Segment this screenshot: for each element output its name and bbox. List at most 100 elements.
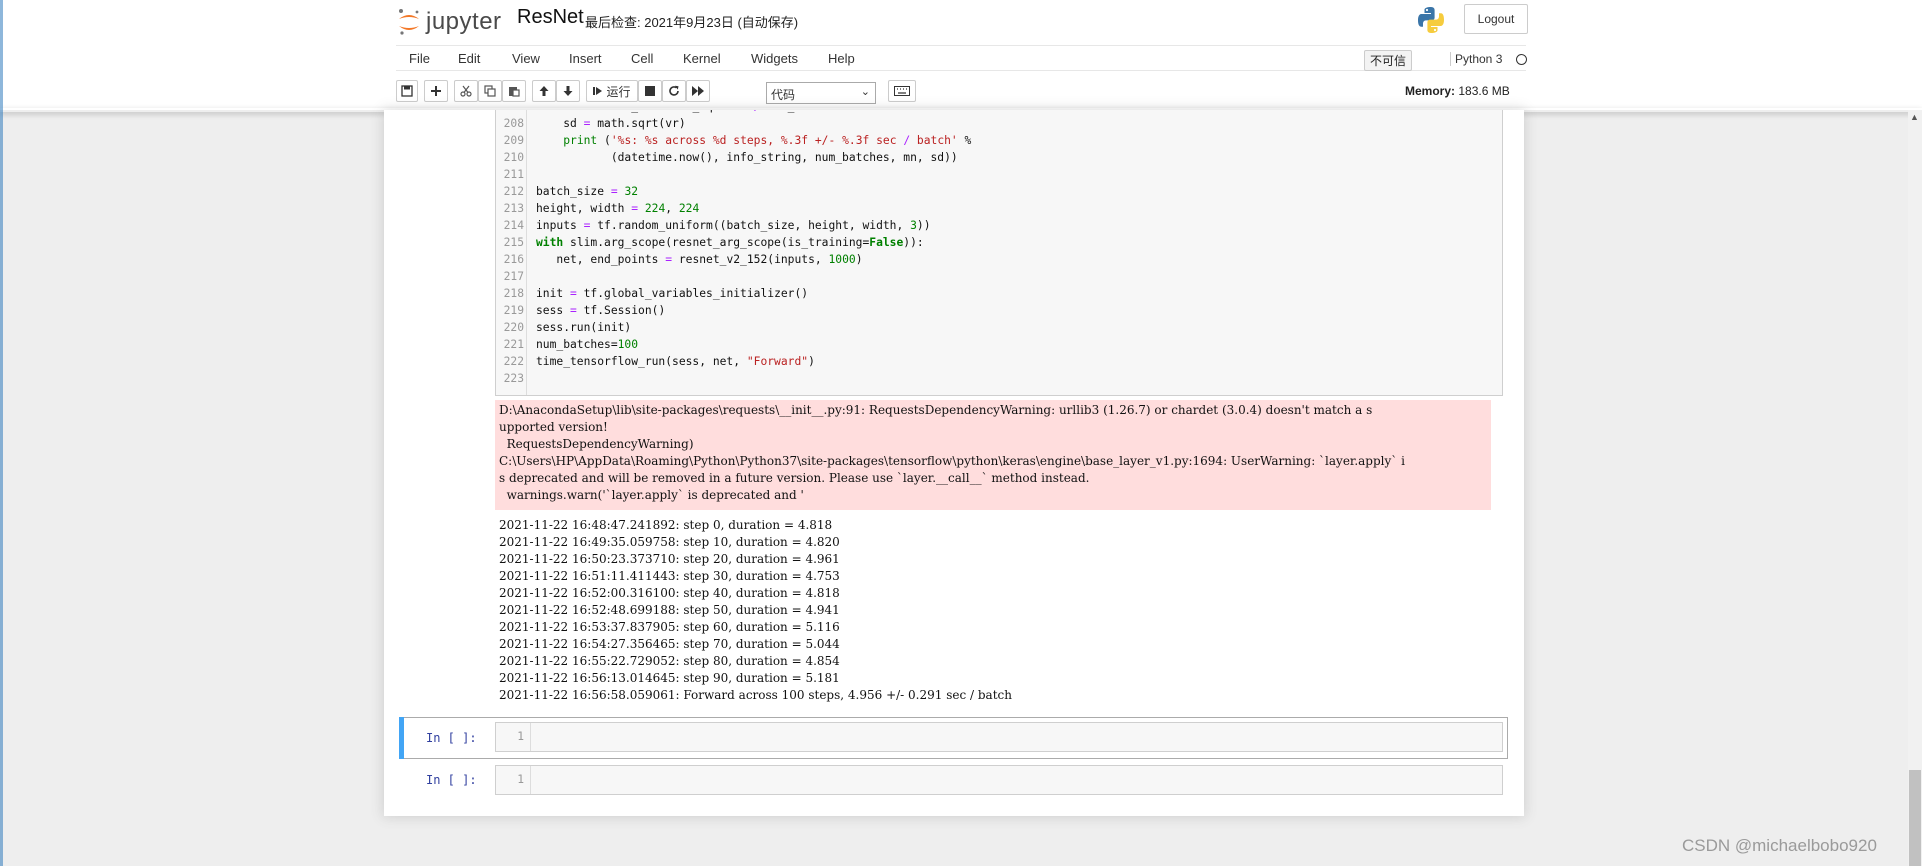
keyboard-icon (894, 86, 910, 96)
menu-help[interactable]: Help (828, 51, 855, 66)
cell-type-select[interactable]: 代码 ⌄ (766, 82, 876, 104)
stderr-line: upported version! (499, 420, 608, 434)
code-line: sess = tf.Session() (536, 304, 666, 317)
input-prompt: In [ ]: (426, 731, 477, 745)
code-line: sd = math.sqrt(vr) (536, 117, 686, 130)
jupyter-wordmark: jupyter (426, 8, 502, 35)
line-number: 216 (503, 253, 524, 266)
stdout-line: 2021-11-22 16:56:58.059061: Forward acro… (499, 688, 1012, 702)
line-number: 212 (503, 185, 524, 198)
paste-button[interactable] (502, 80, 526, 102)
stderr-line: warnings.warn('`layer.apply` is deprecat… (499, 488, 804, 502)
trusted-indicator[interactable]: 不可信 (1364, 50, 1413, 71)
menu-widgets[interactable]: Widgets (751, 51, 798, 66)
line-number: 213 (503, 202, 524, 215)
line-number: 211 (503, 168, 524, 181)
code-line: inputs = tf.random_uniform((batch_size, … (536, 219, 931, 232)
command-palette-button[interactable] (888, 80, 916, 102)
window-left-edge (0, 0, 3, 866)
line-number: 218 (503, 287, 524, 300)
stderr-line: C:\Users\HP\AppData\Roaming\Python\Pytho… (499, 454, 1405, 468)
paste-icon (509, 87, 520, 97)
page-scrollbar[interactable] (1908, 110, 1922, 866)
copy-button[interactable] (478, 80, 502, 102)
kernel-idle-icon (1516, 54, 1527, 65)
code-line: with slim.arg_scope(resnet_arg_scope(is_… (536, 236, 924, 249)
code-line: init = tf.global_variables_initializer() (536, 287, 809, 300)
memory-value: 183.6 MB (1458, 84, 1510, 98)
jupyter-logo[interactable]: jupyter (396, 4, 502, 40)
restart-run-all-button[interactable] (686, 80, 710, 102)
menu-view[interactable]: View (512, 51, 540, 66)
stdout-line: 2021-11-22 16:52:48.699188: step 50, dur… (499, 603, 840, 617)
menu-edit[interactable]: Edit (458, 51, 480, 66)
scroll-up-arrow-icon[interactable]: ▲ (1910, 112, 1919, 122)
line-number: 221 (503, 338, 524, 351)
scissors-icon (460, 85, 472, 97)
stdout-line: 2021-11-22 16:55:22.729052: step 80, dur… (499, 654, 840, 668)
code-cell-editor[interactable]: 207 vr = total_duration_squared / num_ba… (495, 110, 1503, 396)
run-label: 运行 (606, 84, 631, 99)
cut-button[interactable] (454, 80, 478, 102)
menu-cell[interactable]: Cell (631, 51, 653, 66)
arrow-up-icon (539, 86, 549, 96)
watermark: CSDN @michaelbobo920 (1682, 836, 1877, 855)
stdout-line: 2021-11-22 16:49:35.059758: step 10, dur… (499, 535, 840, 549)
interrupt-button[interactable] (638, 80, 662, 102)
line-number: 207 (496, 110, 524, 113)
stdout-line: 2021-11-22 16:52:00.316100: step 40, dur… (499, 586, 840, 600)
copy-icon (484, 85, 496, 97)
line-number: 223 (503, 372, 524, 385)
code-line: vr = total_duration_squared / num_batche… (536, 110, 910, 117)
stdout-output: 2021-11-22 16:48:47.241892: step 0, dura… (499, 517, 1495, 704)
line-number: 219 (503, 304, 524, 317)
python-logo-icon (1418, 7, 1444, 33)
kernel-name: Python 3 (1450, 52, 1502, 66)
code-line: height, width = 224, 224 (536, 202, 700, 215)
code-line: num_batches=100 (536, 338, 639, 351)
menubar: File Edit View Insert Cell Kernel Widget… (396, 45, 1526, 71)
code-line: net, end_points = resnet_v2_152(inputs, … (536, 253, 863, 266)
stderr-line: RequestsDependencyWarning) (499, 437, 694, 451)
stdout-line: 2021-11-22 16:53:37.837905: step 60, dur… (499, 620, 840, 634)
menu-insert[interactable]: Insert (569, 51, 602, 66)
save-button[interactable] (396, 80, 418, 102)
input-prompt: In [ ]: (426, 773, 477, 787)
code-line: time_tensorflow_run(sess, net, "Forward"… (536, 355, 815, 368)
stdout-line: 2021-11-22 16:51:11.411443: step 30, dur… (499, 569, 840, 583)
arrow-down-icon (563, 86, 573, 96)
cell-input[interactable]: 1 (495, 722, 1503, 752)
code-line: sess.run(init) (536, 321, 632, 334)
code-line: print ('%s: %s across %d steps, %.3f +/-… (563, 134, 972, 147)
stop-icon (645, 86, 655, 96)
fast-forward-icon (692, 86, 704, 96)
jupyter-logo-icon (399, 9, 419, 35)
line-number: 208 (503, 117, 524, 130)
line-number: 220 (503, 321, 524, 334)
plus-icon (431, 86, 441, 96)
line-number: 215 (503, 236, 524, 249)
save-icon (401, 85, 413, 97)
code-line: (datetime.now(), info_string, num_batche… (536, 151, 958, 164)
insert-cell-button[interactable] (424, 80, 448, 102)
notebook-title[interactable]: ResNet (517, 6, 584, 29)
line-number: 1 (517, 730, 524, 743)
stderr-line: D:\AnacondaSetup\lib\site-packages\reque… (499, 403, 1373, 417)
cell-selection-bar (399, 717, 404, 759)
stdout-line: 2021-11-22 16:54:27.356465: step 70, dur… (499, 637, 840, 651)
stdout-line: 2021-11-22 16:48:47.241892: step 0, dura… (499, 518, 833, 532)
menu-kernel[interactable]: Kernel (683, 51, 721, 66)
line-number: 222 (503, 355, 524, 368)
cell-input[interactable]: 1 (495, 765, 1503, 795)
run-button[interactable]: 运行 (586, 80, 638, 102)
scrollbar-thumb[interactable] (1909, 770, 1921, 866)
move-up-button[interactable] (532, 80, 556, 102)
stdout-line: 2021-11-22 16:56:13.014645: step 90, dur… (499, 671, 840, 685)
move-down-button[interactable] (556, 80, 580, 102)
chevron-down-icon: ⌄ (860, 86, 870, 98)
line-number: 209 (503, 134, 524, 147)
menu-file[interactable]: File (409, 51, 430, 66)
cell-type-value: 代码 (771, 88, 796, 102)
restart-button[interactable] (662, 80, 686, 102)
logout-button[interactable]: Logout (1464, 4, 1528, 34)
